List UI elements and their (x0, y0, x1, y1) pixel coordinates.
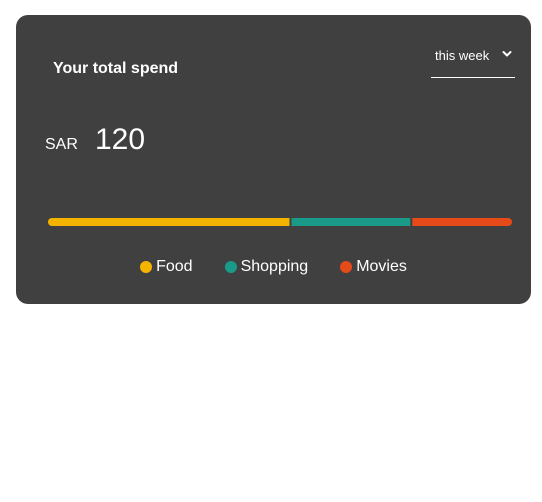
legend-label: Food (156, 258, 193, 275)
legend-item-movies: Movies (340, 258, 407, 276)
bar-segment-shopping (291, 218, 411, 226)
chart-legend: Food Shopping Movies (16, 257, 531, 277)
spend-breakdown-bar (48, 218, 512, 226)
spend-breakdown-chart (48, 218, 512, 226)
currency-label: SAR (45, 136, 78, 153)
legend-dot (340, 261, 353, 273)
spend-card: Your total spend this week SAR 120 Food S… (16, 15, 531, 304)
legend-label: Movies (356, 258, 407, 275)
bar-segment-food (48, 218, 290, 226)
legend-dot (224, 261, 237, 273)
period-selected-value: this week (435, 48, 490, 63)
period-dropdown[interactable]: this week (431, 46, 515, 78)
legend-item-food: Food (140, 258, 193, 276)
bar-segment-movies (412, 218, 512, 226)
legend-item-shopping: Shopping (224, 258, 309, 276)
total-amount: 120 (95, 123, 146, 156)
legend-label: Shopping (240, 258, 309, 275)
chevron-down-icon (502, 51, 512, 57)
card-title: Your total spend (53, 60, 179, 77)
legend-dot (140, 261, 153, 273)
